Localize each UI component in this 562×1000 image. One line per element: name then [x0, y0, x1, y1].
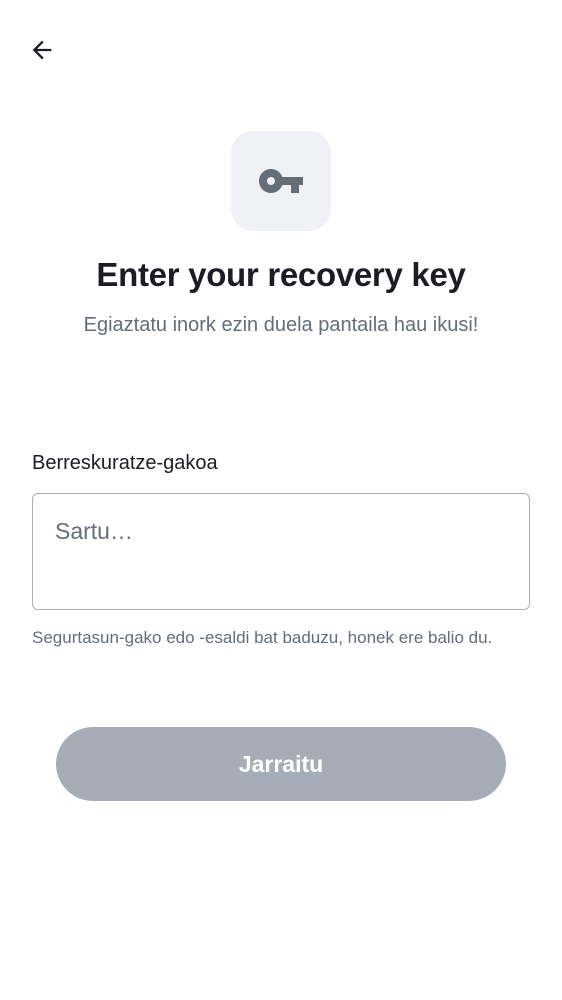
recovery-key-screen: Enter your recovery key Egiaztatu inork … [0, 0, 562, 1000]
recovery-key-helper-text: Segurtasun-gako edo -esaldi bat baduzu, … [32, 628, 493, 647]
recovery-key-label: Berreskuratze-gakoa [32, 452, 218, 474]
continue-button[interactable]: Jarraitu [56, 727, 506, 801]
back-button[interactable] [20, 28, 64, 72]
recovery-key-field[interactable] [32, 493, 530, 610]
key-icon-tile [231, 131, 331, 231]
page-title: Enter your recovery key [96, 256, 466, 293]
arrow-left-icon [32, 40, 52, 60]
page-subtitle: Egiaztatu inork ezin duela pantaila hau … [83, 314, 479, 336]
recovery-key-input[interactable] [55, 518, 505, 588]
key-icon [259, 169, 303, 193]
